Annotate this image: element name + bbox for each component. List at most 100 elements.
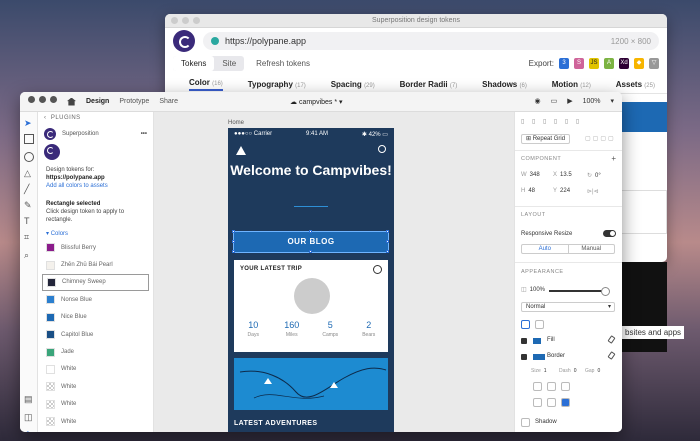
xd-icon[interactable]: Xd [619,57,629,69]
minimize-button[interactable] [39,95,46,103]
stroke-align-icon[interactable] [561,398,570,407]
window-controls[interactable] [28,95,57,108]
color-token-item[interactable]: Chimney Sweep [42,273,149,292]
flip-icon[interactable]: ⊳|⊲ [587,188,602,195]
plugins-icon[interactable]: ✚ [24,430,34,432]
border-color-swatch[interactable] [533,354,545,360]
fill-checkbox[interactable] [521,338,527,344]
chevron-left-icon[interactable]: ‹ [44,115,51,121]
url-text[interactable]: https://polypane.app [225,36,306,46]
artboard-tool-icon[interactable]: ⌗ [24,232,34,242]
trip-map[interactable] [234,358,388,410]
resize-handle[interactable] [232,230,235,233]
home-icon[interactable] [67,97,76,106]
resize-handle[interactable] [309,250,312,253]
resize-handle[interactable] [386,240,389,243]
rotation-field[interactable]: ↻ 0° [587,172,601,179]
stroke-style-icon[interactable] [533,382,542,391]
dash-field[interactable]: Dash 0 [559,368,576,374]
pen-tool-icon[interactable]: ✎ [24,200,34,210]
blend-mode-select[interactable]: Normal ▾ [521,302,615,312]
stroke-style-icon[interactable] [561,382,570,391]
our-blog-button[interactable]: OUR BLOG [233,231,389,253]
sketch-icon[interactable]: ◆ [634,57,644,69]
color-token-item[interactable]: Nice Blue [38,309,153,326]
colors-section-toggle[interactable]: ▾ Colors [38,226,153,239]
color-token-item[interactable]: White [38,361,153,378]
add-all-colors-link[interactable]: Add all colors to assets [46,183,108,189]
zoom-button[interactable] [193,17,200,24]
compass-icon[interactable] [373,265,382,274]
opacity-slider[interactable] [549,287,610,296]
zoom-level[interactable]: 100% [583,98,601,105]
figma-icon[interactable]: ▽ [649,57,659,69]
ellipse-tool-icon[interactable] [24,152,34,162]
y-field[interactable]: Y 224 [553,188,570,194]
zoom-tool-icon[interactable]: ⌕ [24,250,34,260]
resize-handle[interactable] [232,240,235,243]
artboard-label[interactable]: Home [228,120,244,126]
repeat-grid-button[interactable]: ⊞ Repeat Grid [521,134,571,144]
stroke-align-icon[interactable] [547,398,556,407]
resize-handle[interactable] [232,250,235,253]
fill-eyedropper-icon[interactable] [607,335,616,344]
sass-icon[interactable]: S [574,57,584,69]
tab-share[interactable]: Share [159,98,178,105]
border-eyedropper-icon[interactable] [607,351,616,360]
triangle-tool-icon[interactable]: △ [24,168,34,178]
color-token-item[interactable]: Capitol Blue [38,326,153,343]
android-icon[interactable]: A [604,57,614,69]
token-swatch-white[interactable] [617,190,667,234]
gap-field[interactable]: Gap 0 [585,368,600,374]
document-name[interactable]: ☁ campvibes * ▾ [290,98,343,106]
add-component-icon[interactable]: + [611,154,616,163]
color-token-item[interactable]: Blissful Berry [38,239,153,256]
viewport-size[interactable]: 1200 × 800 [611,37,651,46]
responsive-resize-toggle[interactable] [603,230,616,237]
css-icon[interactable]: 3 [559,57,569,69]
color-token-item[interactable]: Jade [38,343,153,360]
refresh-tokens-button[interactable]: Refresh tokens [256,59,310,68]
border-checkbox[interactable] [521,354,527,360]
line-tool-icon[interactable]: ╱ [24,184,34,194]
user-icon[interactable]: ◉ [534,97,540,105]
align-icons[interactable]: ▯ ▯ ▯ ▯ ▯ ▯ [521,118,582,125]
tab-shadows[interactable]: Shadows (6) [482,80,527,89]
plugins-header[interactable]: ‹ PLUGINS [38,112,153,124]
stroke-style-icon[interactable] [547,382,556,391]
play-icon[interactable]: ▶ [567,97,572,105]
height-field[interactable]: H 48 [521,188,535,194]
search-icon[interactable] [378,145,386,153]
resize-handle[interactable] [386,250,389,253]
stroke-align-icon[interactable] [533,398,542,407]
minimize-button[interactable] [182,17,189,24]
tab-typography[interactable]: Typography (17) [248,80,306,89]
zoom-button[interactable] [50,95,57,103]
tab-border-radii[interactable]: Border Radii (7) [400,80,458,89]
tab-assets[interactable]: Assets (25) [616,80,655,89]
tab-design[interactable]: Design [86,98,109,105]
manual-option[interactable]: Manual [569,245,615,253]
width-field[interactable]: W 348 [521,172,540,178]
auto-option[interactable]: Auto [522,245,569,253]
size-field[interactable]: Size 1 [531,368,547,374]
rectangle-tool-icon[interactable] [24,134,34,144]
fill-color-swatch[interactable] [533,338,541,344]
assets-icon[interactable]: ▤ [24,394,34,404]
tab-site[interactable]: Site [214,56,244,71]
select-tool-icon[interactable]: ➤ [24,118,34,128]
color-token-item[interactable]: Nonse Blue [38,291,153,308]
color-token-item[interactable]: White [38,396,153,413]
shadow-checkbox[interactable] [521,418,530,427]
artboard-home[interactable]: ●●●○○ Carrier 9:41 AM ✱ 42% ▭ Welcome to… [228,128,394,432]
resize-handle[interactable] [309,230,312,233]
tab-spacing[interactable]: Spacing (29) [331,80,375,89]
text-tool-icon[interactable]: T [24,216,34,226]
latest-trip-card[interactable]: YOUR LATEST TRIP 10 Days 160 Miles 5 Camps … [234,260,388,352]
token-swatch-blue[interactable] [617,102,667,132]
tab-color[interactable]: Color (16) [189,78,223,91]
per-corner-radius-icon[interactable] [535,320,544,329]
color-token-item[interactable]: White [38,378,153,395]
tab-prototype[interactable]: Prototype [119,98,149,105]
device-preview-icon[interactable]: ▭ [551,97,558,105]
